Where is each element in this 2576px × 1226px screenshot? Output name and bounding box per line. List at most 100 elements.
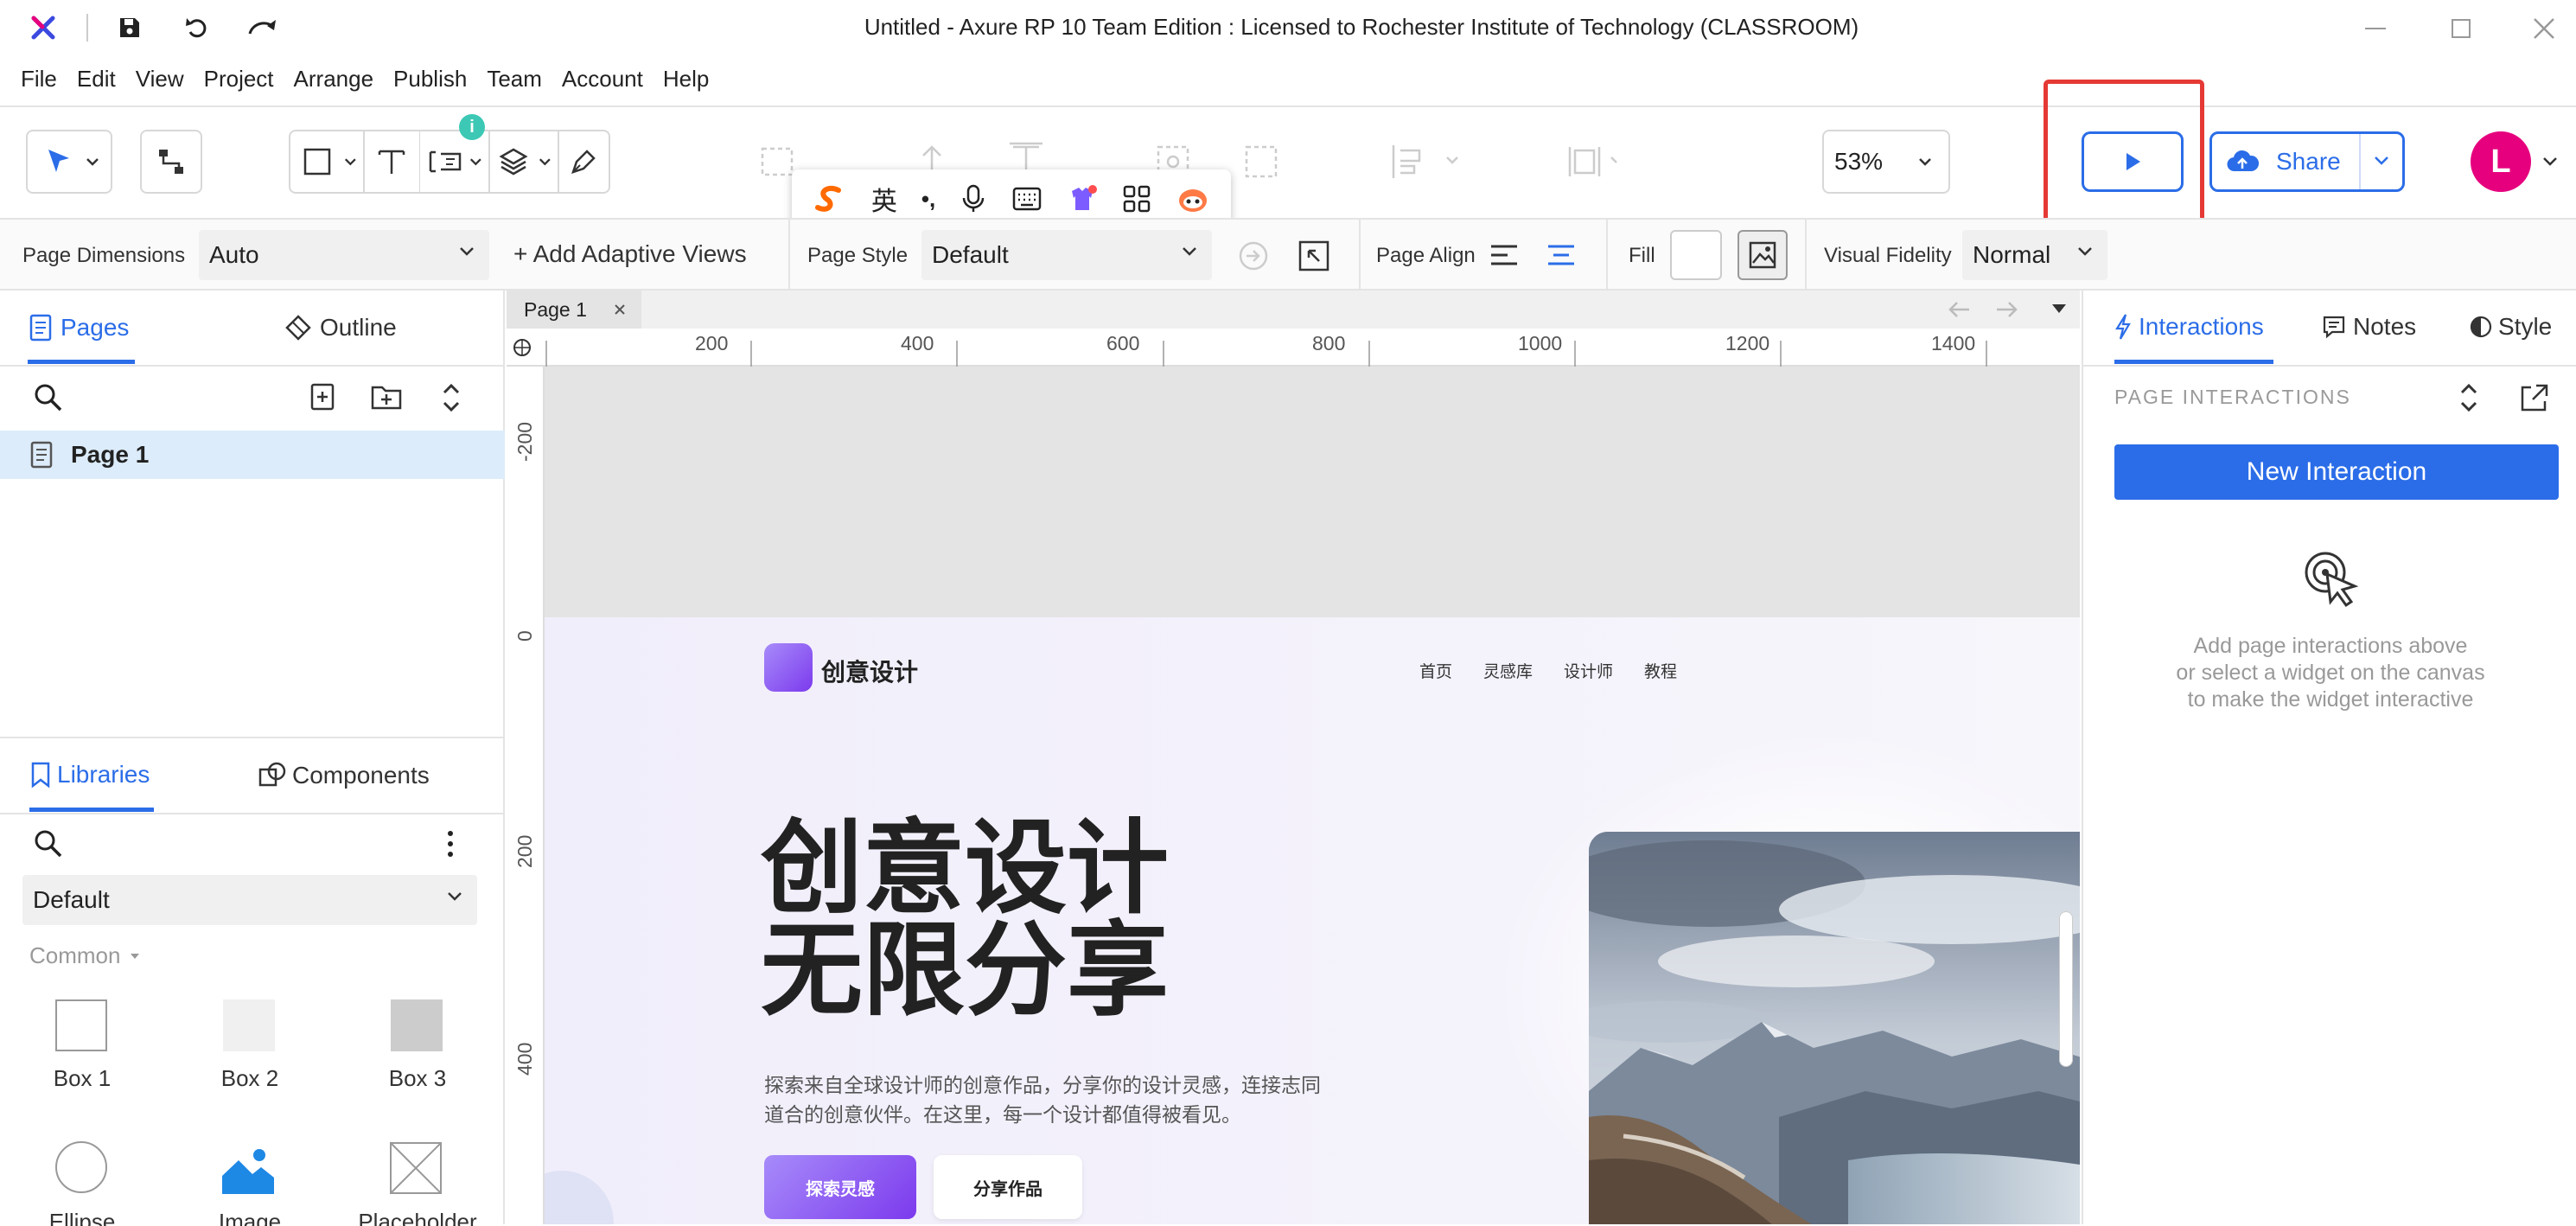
site-nav-designers[interactable]: 设计师 [1564, 659, 1613, 682]
menu-help[interactable]: Help [663, 66, 709, 95]
search-icon[interactable] [33, 828, 64, 859]
ime-language[interactable]: 英 [871, 180, 897, 218]
tab-style[interactable]: Style [2469, 313, 2552, 341]
page-dimensions-select[interactable]: Auto [199, 230, 489, 280]
site-nav-tutorials[interactable]: 教程 [1644, 659, 1677, 682]
chevron-down-icon[interactable] [469, 156, 483, 167]
artboard: 创意设计 首页 灵感库 设计师 教程 创意设计 无限分享 探索来自全球设计师的创… [545, 617, 2080, 1224]
widget-box3-thumb[interactable] [391, 999, 443, 1051]
search-icon[interactable] [33, 382, 64, 413]
fill-color-swatch[interactable] [1670, 230, 1722, 280]
expand-collapse-icon[interactable] [437, 382, 465, 413]
zoom-select[interactable]: 53% [1822, 130, 1950, 194]
add-adaptive-views-button[interactable]: + Add Adaptive Views [513, 240, 747, 268]
menu-bar: File Edit View Project Arrange Publish T… [21, 66, 729, 95]
menu-arrange[interactable]: Arrange [294, 66, 374, 95]
more-icon[interactable] [439, 828, 462, 859]
widget-box1-thumb[interactable] [55, 999, 107, 1051]
pen-tool-icon[interactable] [559, 131, 609, 192]
ruler-tick-200-v: 200 [513, 834, 536, 868]
sogou-logo-icon[interactable] [813, 182, 847, 216]
category-header[interactable]: Common [29, 942, 141, 969]
minimize-icon[interactable] [2365, 28, 2386, 29]
tab-components-label: Components [292, 762, 430, 789]
chevron-down-icon [1183, 247, 1196, 256]
align-center-icon[interactable] [1546, 242, 1577, 268]
arrow-left-icon[interactable] [1947, 299, 1973, 320]
chevron-down-icon[interactable] [343, 156, 358, 167]
ruler-origin-icon[interactable] [512, 337, 532, 358]
widget-ellipse-thumb[interactable] [55, 1141, 107, 1193]
divider [1359, 220, 1361, 289]
text-tool-icon[interactable] [365, 131, 419, 192]
canvas-tab[interactable]: Page 1 [507, 291, 641, 329]
expand-collapse-icon[interactable] [2455, 382, 2483, 413]
tab-components[interactable]: Components [258, 761, 430, 790]
add-folder-icon[interactable] [370, 382, 403, 412]
canvas[interactable]: 创意设计 首页 灵感库 设计师 教程 创意设计 无限分享 探索来自全球设计师的创… [545, 367, 2080, 1224]
menu-view[interactable]: View [136, 66, 184, 95]
page-list-item[interactable]: Page 1 [0, 431, 505, 479]
mascot-icon[interactable] [1176, 183, 1210, 214]
rectangle-tool-icon[interactable] [290, 131, 343, 192]
select-tool-button[interactable] [26, 130, 112, 194]
divider [1805, 220, 1807, 289]
widget-image-thumb[interactable] [221, 1141, 275, 1195]
skin-icon[interactable] [1067, 184, 1098, 214]
right-panel: Interactions Notes Style PAGE INTERACTIO… [2082, 291, 2576, 1224]
close-icon[interactable] [2531, 16, 2557, 42]
apps-grid-icon[interactable] [1122, 184, 1151, 214]
tab-outline[interactable]: Outline [284, 313, 397, 342]
edit-style-icon[interactable] [1297, 239, 1331, 273]
site-nav-inspiration[interactable]: 灵感库 [1483, 659, 1533, 682]
share-button[interactable]: Share [2209, 131, 2405, 192]
widget-placeholder-thumb[interactable] [389, 1141, 443, 1195]
align-left-icon[interactable] [1489, 242, 1520, 268]
visual-fidelity-select[interactable]: Normal [1962, 230, 2107, 280]
dynamic-panel-tool-icon[interactable] [420, 131, 469, 192]
menu-account[interactable]: Account [562, 66, 643, 95]
menu-publish[interactable]: Publish [393, 66, 467, 95]
tab-interactions[interactable]: Interactions [2114, 313, 2264, 341]
vertical-scrollbar[interactable] [2059, 911, 2073, 1067]
empty-line-3: to make the widget interactive [2187, 687, 2474, 712]
microphone-icon[interactable] [960, 183, 987, 214]
close-icon[interactable] [613, 303, 627, 316]
page-style-select[interactable]: Default [921, 230, 1212, 280]
add-page-icon[interactable] [308, 382, 337, 412]
open-external-icon[interactable] [2519, 382, 2550, 413]
site-nav-home[interactable]: 首页 [1419, 659, 1452, 682]
ime-punctuation[interactable]: •, [921, 186, 935, 213]
menu-team[interactable]: Team [487, 66, 542, 95]
explore-button[interactable]: 探索灵感 [764, 1155, 916, 1219]
caret-down-icon[interactable] [2050, 303, 2068, 315]
section-title: PAGE INTERACTIONS [2114, 386, 2351, 408]
arrow-right-icon[interactable] [1993, 299, 2019, 320]
hero-description-2: 道合的创意伙伴。在这里，每一个设计都值得被看见。 [764, 1103, 1241, 1126]
fill-image-button[interactable] [1738, 230, 1788, 280]
keyboard-icon[interactable] [1011, 186, 1043, 212]
library-select[interactable]: Default [22, 875, 477, 925]
chevron-down-icon[interactable] [2541, 156, 2559, 168]
new-interaction-button[interactable]: New Interaction [2114, 444, 2559, 500]
tab-libraries[interactable]: Libraries [29, 761, 150, 789]
preview-button[interactable] [2082, 131, 2184, 192]
widget-box2-thumb[interactable] [223, 999, 275, 1051]
site-logo [764, 643, 813, 692]
menu-edit[interactable]: Edit [77, 66, 116, 95]
connector-tool-button[interactable] [140, 130, 202, 194]
ruler-tick-0: 0 [513, 630, 536, 642]
chevron-down-icon[interactable] [538, 156, 552, 167]
avatar[interactable]: L [2471, 131, 2531, 192]
page-style-label: Page Style [807, 244, 909, 267]
new-interaction-label: New Interaction [2246, 457, 2427, 486]
tab-pages[interactable]: Pages [28, 313, 129, 342]
menu-file[interactable]: File [21, 66, 57, 95]
zoom-value: 53% [1834, 148, 1884, 175]
share-work-button[interactable]: 分享作品 [934, 1155, 1082, 1219]
menu-project[interactable]: Project [204, 66, 274, 95]
tab-notes[interactable]: Notes [2322, 313, 2416, 341]
chevron-down-icon[interactable] [2373, 155, 2390, 167]
layers-icon[interactable] [490, 131, 539, 192]
maximize-icon[interactable] [2452, 19, 2471, 38]
